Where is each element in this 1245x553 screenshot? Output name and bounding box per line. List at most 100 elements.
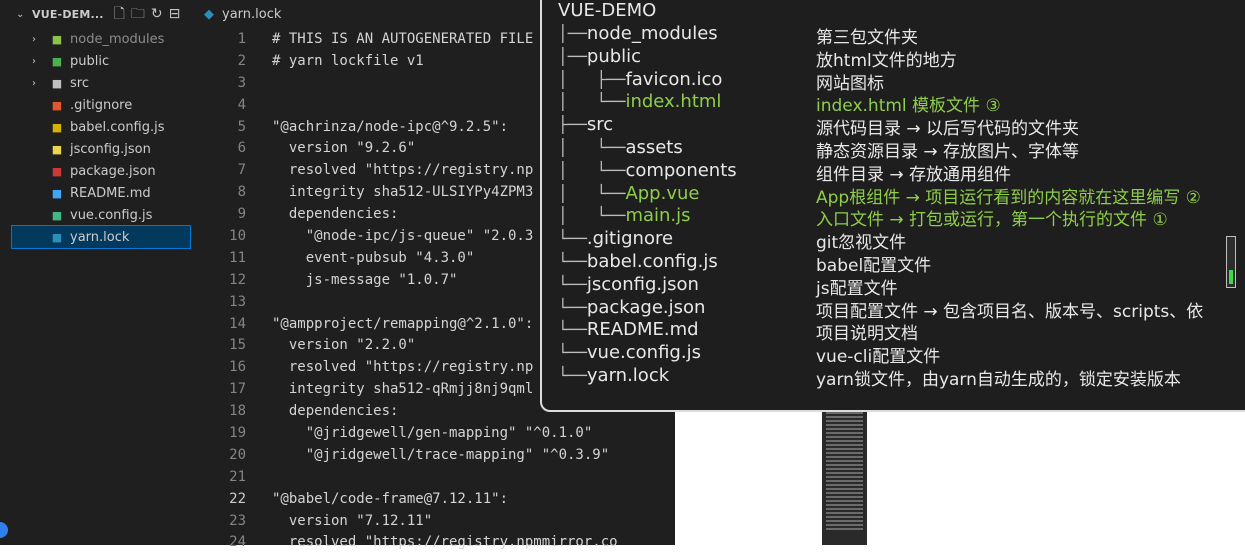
tree-description: 网站图标 <box>816 73 884 94</box>
folder-icon: ■ <box>51 54 63 68</box>
tree-branch: │ └── <box>558 206 626 226</box>
code-line: 22 "@babel/code-frame@7.12.11": <box>192 488 675 510</box>
tree-branch: └── <box>558 252 587 271</box>
line-number: 20 <box>229 446 246 463</box>
explorer-item-label: src <box>70 75 89 91</box>
explorer-item-label: jsconfig.json <box>70 141 151 157</box>
tree-file-name: assets <box>625 137 683 158</box>
new-folder-icon[interactable]: 🗀 <box>131 7 145 21</box>
tree-branch: ├── <box>558 115 587 135</box>
explorer-sidebar: ⌄ VUE-DEM... 🗋 🗀 ↻ ⊟ › ■ node_modules › ■ pub… <box>0 0 192 545</box>
tree-file-name: README.md <box>586 319 699 341</box>
tree-branch: │ └── <box>558 183 626 203</box>
node-icon: ■ <box>51 32 63 46</box>
line-number: 14 <box>229 315 246 332</box>
tree-branch: │ ├── <box>558 69 626 89</box>
line-number: 16 <box>229 359 246 376</box>
tree-file-name: public <box>586 45 642 67</box>
explorer-item[interactable]: ■ README.md <box>0 182 192 204</box>
tree-branch: └── <box>558 366 587 385</box>
line-number: 19 <box>229 424 246 441</box>
code-text: version "7.12.11" <box>272 512 433 529</box>
line-number: 2 <box>237 52 246 69</box>
explorer-actions: 🗋 🗀 ↻ ⊟ <box>114 7 181 21</box>
line-number: 9 <box>237 206 246 223</box>
refresh-icon[interactable]: ↻ <box>151 7 163 21</box>
tree-branch: └── <box>558 320 587 340</box>
overlay-tree-row: └──README.md <box>558 318 699 341</box>
overlay-tree-row: │ └──components <box>558 159 737 182</box>
tree-description: vue-cli配置文件 <box>816 347 941 368</box>
code-text: js-message "1.0.7" <box>272 271 458 288</box>
tree-description: 源代码目录 → 以后写代码的文件夹 <box>816 119 1080 140</box>
code-text: version "2.2.0" <box>272 337 416 354</box>
overlay-tree-row: │ ├──favicon.ico <box>558 68 722 91</box>
explorer-item[interactable]: ■ babel.config.js <box>0 116 192 138</box>
tree-description: 第三包文件夹 <box>816 28 918 48</box>
scrollbar-thumb[interactable] <box>1226 236 1236 288</box>
line-number: 15 <box>229 337 246 354</box>
explorer-item[interactable]: ■ package.json <box>0 160 192 182</box>
accounts-badge[interactable] <box>0 522 8 538</box>
tree-description: 项目配置文件 → 包含项目名、版本号、scripts、依 <box>816 301 1204 322</box>
chevron-right-icon: › <box>32 77 36 89</box>
tab-label: yarn.lock <box>222 6 282 22</box>
tree-branch: └── <box>558 229 587 249</box>
line-number: 4 <box>237 96 246 113</box>
line-number: 22 <box>229 490 246 507</box>
line-number: 5 <box>237 118 246 135</box>
explorer-header: ⌄ VUE-DEM... 🗋 🗀 ↻ ⊟ <box>0 0 192 28</box>
code-text: # THIS IS AN AUTOGENERATED FILE <box>272 30 534 47</box>
tree-branch: └── <box>558 274 587 294</box>
explorer-item[interactable]: › ■ public <box>0 50 192 72</box>
code-text: dependencies: <box>272 403 399 420</box>
chevron-right-icon: › <box>32 55 36 67</box>
code-text: # yarn lockfile v1 <box>272 52 424 69</box>
tree-file-name: src <box>586 114 614 136</box>
line-number: 10 <box>229 227 246 244</box>
explorer-item-label: vue.config.js <box>70 207 153 223</box>
line-number: 6 <box>237 140 246 157</box>
git-icon: ■ <box>51 98 63 112</box>
explorer-item[interactable]: ■ vue.config.js <box>0 204 192 226</box>
line-number: 3 <box>237 74 246 91</box>
tree-file-name: yarn.lock <box>586 365 670 386</box>
minimap[interactable] <box>822 410 867 545</box>
explorer-item-label: node_modules <box>70 31 165 47</box>
tree-description: App根组件 → 项目运行看到的内容就在这里编写 ② <box>816 187 1201 208</box>
explorer-item[interactable]: ■ .gitignore <box>0 94 192 116</box>
explorer-item[interactable]: ■ yarn.lock <box>11 225 191 249</box>
tree-file-name: jsconfig.json <box>586 273 699 295</box>
collapse-all-icon[interactable]: ⊟ <box>169 7 181 21</box>
structure-overlay: VUE-DEMO │──node_modules 第三包文件夹 │──public 放… <box>540 0 1245 412</box>
line-number: 12 <box>229 271 246 288</box>
line-number: 24 <box>229 534 246 551</box>
overlay-tree-row: └──package.json <box>558 296 705 319</box>
explorer-item[interactable]: › ■ node_modules <box>0 28 192 50</box>
chevron-right-icon: › <box>32 33 36 45</box>
explorer-item-label: yarn.lock <box>70 229 130 245</box>
explorer-item-label: babel.config.js <box>70 119 165 135</box>
line-number: 18 <box>229 403 246 420</box>
babel-icon: ■ <box>51 120 63 134</box>
explorer-item[interactable]: ■ jsconfig.json <box>0 138 192 160</box>
overlay-tree-row: │──node_modules <box>558 22 718 45</box>
overlay-tree-row: └──yarn.lock <box>558 364 669 387</box>
line-number: 1 <box>237 30 246 47</box>
explorer-item[interactable]: › ■ src <box>0 72 192 94</box>
tree-file-name: App.vue <box>625 182 700 204</box>
chevron-down-icon[interactable]: ⌄ <box>16 9 32 20</box>
tree-branch: │ └── <box>558 138 626 157</box>
code-text: resolved "https://registry.np <box>272 162 534 179</box>
code-line: 19 "@jridgewell/gen-mapping" "^0.1.0" <box>192 422 675 444</box>
code-text: integrity sha512-ULSIYPy4ZPM3 <box>272 184 534 201</box>
tree-branch: └── <box>558 343 587 363</box>
yarn-icon: ■ <box>51 230 63 244</box>
code-text: resolved "https://registry.npmmirror.co <box>272 534 618 551</box>
new-file-icon[interactable]: 🗋 <box>114 7 125 21</box>
tree-file-name: index.html <box>625 91 722 113</box>
tree-branch: └── <box>558 297 587 317</box>
code-text: resolved "https://registry.np <box>272 359 534 376</box>
overlay-tree-row: └──babel.config.js <box>558 250 718 273</box>
line-number: 11 <box>229 249 246 266</box>
